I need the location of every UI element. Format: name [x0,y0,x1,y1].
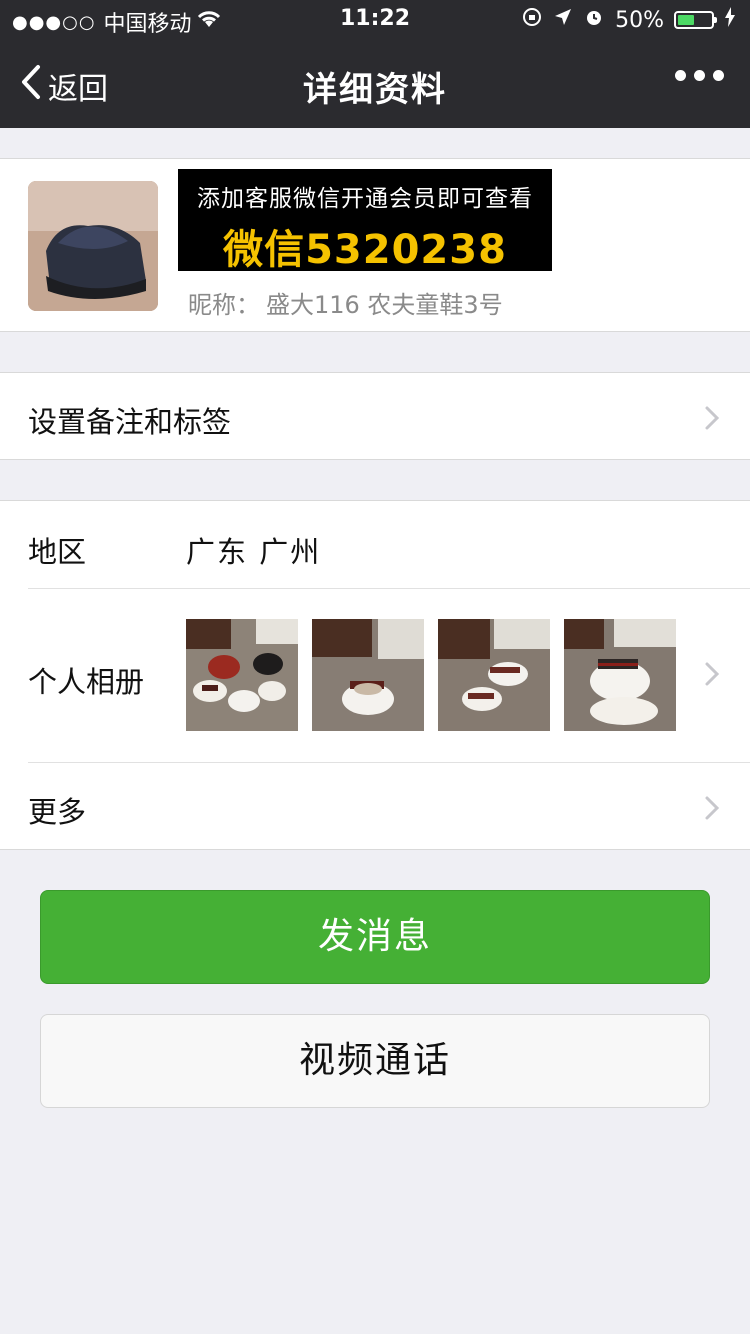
promo-banner: 添加客服微信开通会员即可查看 微信5320238 [178,169,552,273]
page-title: 详细资料 [303,70,447,110]
album-thumbnails [186,619,676,731]
album-thumbnail[interactable] [312,619,424,731]
chevron-right-icon [704,795,720,825]
album-thumbnail[interactable] [564,619,676,731]
region-label: 地区 [28,535,87,569]
rotation-lock-icon [521,6,543,34]
profile-card: 添加客服微信开通会员即可查看 微信5320238 昵称： 盛大116 农夫童鞋3号 [0,158,750,332]
nav-bar: 返回 详细资料 [0,40,750,128]
charging-icon [724,7,736,33]
send-message-button[interactable]: 发消息 [40,890,710,984]
divider [28,762,750,763]
status-bar: ●●●○○ 中国移动 11:22 50% [0,0,750,40]
region-value: 广东 广州 [186,535,322,569]
album-label: 个人相册 [28,665,145,699]
battery-fill [678,15,694,25]
remark-tags-row[interactable]: 设置备注和标签 [0,372,750,460]
chevron-right-icon [704,405,720,435]
ellipsis-icon [675,70,686,81]
nickname-value: 盛大116 农夫童鞋3号 [266,291,503,319]
battery-icon [674,11,717,29]
nickname: 昵称： 盛大116 农夫童鞋3号 [188,285,503,320]
nickname-label: 昵称： [188,291,260,319]
info-list: 地区 广东 广州 个人相册 更多 [0,500,750,850]
album-thumbnail[interactable] [186,619,298,731]
more-button[interactable] [675,70,724,81]
battery-percent: 50% [615,7,664,33]
chevron-right-icon [704,661,720,691]
location-icon [553,7,573,33]
avatar[interactable] [28,181,158,311]
video-call-button[interactable]: 视频通话 [40,1014,710,1108]
album-thumbnail[interactable] [438,619,550,731]
divider [28,588,750,589]
alarm-icon [583,6,605,34]
remark-label: 设置备注和标签 [28,405,232,439]
top-bar: ●●●○○ 中国移动 11:22 50% 返回 详细资料 [0,0,750,128]
banner-line2: 微信5320238 [223,227,507,273]
banner-line1: 添加客服微信开通会员即可查看 [197,186,533,212]
more-label: 更多 [28,795,87,829]
